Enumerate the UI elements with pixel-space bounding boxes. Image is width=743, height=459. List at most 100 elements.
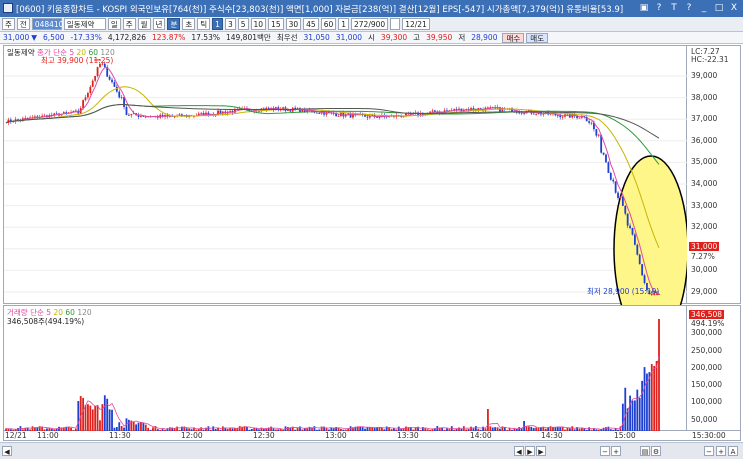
change-percent: -17.33% — [70, 33, 102, 42]
interval-30-button[interactable]: 30 — [285, 18, 302, 30]
interval-45-button[interactable]: 45 — [303, 18, 319, 30]
volume-bar — [641, 380, 644, 431]
zoom-out-icon[interactable]: − — [600, 446, 610, 456]
hc-label: HC:-22.31 — [691, 55, 729, 64]
candle-body — [87, 92, 89, 98]
zoom-minus-icon[interactable]: − — [704, 446, 714, 456]
y-tick: 39,000 — [691, 71, 718, 80]
link-icon[interactable]: ▣ — [638, 1, 650, 15]
maximize-button[interactable]: □ — [713, 1, 725, 15]
volume-chart-panel[interactable]: 거래량 단순 5 20 60 120 346,508주(494.19%) — [3, 305, 687, 431]
candle-body — [173, 116, 176, 118]
settings-icon[interactable]: ⚙ — [651, 446, 661, 456]
chart-type-icon[interactable]: ▤ — [640, 446, 650, 456]
scroll-right-end-icon[interactable]: ▶ — [536, 446, 546, 456]
interval-5-button[interactable]: 5 — [237, 18, 249, 30]
interval-1-button[interactable]: 1 — [212, 18, 223, 30]
volume-bar — [643, 367, 646, 431]
candle-body — [229, 110, 231, 112]
window-controls: ▣ ? T ? _ □ X — [638, 1, 740, 15]
vol-y-tick: 50,000 — [691, 415, 718, 424]
date-checkbox[interactable] — [390, 18, 401, 30]
interval-10-button[interactable]: 10 — [250, 18, 267, 30]
period-monthly-button[interactable]: 월 — [137, 18, 151, 30]
period-weekly-button[interactable]: 주 — [122, 18, 136, 30]
volume-value: 4,172,826 — [107, 33, 146, 42]
scroll-right-icon[interactable]: ▶ — [525, 446, 535, 456]
buy-button[interactable]: 매수 — [502, 32, 525, 43]
volume-bar — [118, 422, 121, 431]
x-tick: 14:00 — [470, 431, 492, 440]
volume-chart[interactable] — [4, 306, 688, 432]
current-price-tag: 31,000 — [689, 242, 720, 251]
interval-3-button[interactable]: 3 — [224, 18, 236, 30]
scroll-left-icon[interactable]: ◀ — [514, 446, 524, 456]
vol-y-tick: 200,000 — [691, 363, 723, 372]
volume-bar — [108, 409, 111, 431]
x-tick: 14:30 — [541, 431, 563, 440]
candle-body — [559, 115, 562, 118]
volume-bar — [140, 422, 142, 431]
market-type-dropdown[interactable]: 주 — [2, 18, 15, 30]
period-yearly-button[interactable]: 년 — [152, 18, 166, 30]
candle-body — [638, 254, 641, 265]
period-second-button[interactable]: 초 — [182, 18, 196, 30]
stock-legend-name: 일동제약 — [7, 48, 35, 57]
custom-interval-dropdown[interactable]: 1 — [338, 18, 350, 30]
text-icon[interactable]: T — [668, 1, 680, 15]
minimize-button[interactable]: _ — [698, 1, 710, 15]
volume-bar — [82, 397, 85, 431]
font-size-icon[interactable]: A — [728, 446, 738, 456]
candle-body — [108, 76, 111, 80]
y-tick: 30,000 — [691, 265, 718, 274]
period-minute-button[interactable]: 분 — [167, 18, 181, 30]
zoom-plus-icon[interactable]: + — [716, 446, 726, 456]
candle-body — [337, 116, 340, 117]
stock-code-input[interactable]: 048410 — [31, 18, 63, 30]
candle-body — [605, 154, 607, 163]
period-daily-button[interactable]: 일 — [107, 18, 121, 30]
low-marker-label: 최저 28,900 (15:19) — [587, 287, 660, 296]
price-chart[interactable] — [4, 46, 688, 305]
scroll-left-end-icon[interactable]: ◀ — [2, 446, 12, 456]
y-tick: 37,000 — [691, 114, 718, 123]
candle-body — [111, 79, 113, 83]
info-icon[interactable]: ? — [683, 1, 695, 15]
vol-y-tick: 100,000 — [691, 397, 723, 406]
candle-body — [561, 116, 564, 118]
market-filter-dropdown[interactable]: 전 — [16, 18, 30, 30]
volume-bar — [487, 409, 489, 431]
sell-button[interactable]: 매도 — [526, 32, 549, 43]
candle-body — [96, 67, 99, 77]
help-icon[interactable]: ? — [653, 1, 665, 15]
volume-bar — [629, 395, 631, 431]
volume-bar — [99, 420, 101, 431]
x-tick: 13:30 — [397, 431, 419, 440]
candle-body — [140, 116, 142, 117]
candle-body — [446, 110, 448, 112]
trade-amount: 149,801백만 — [225, 33, 271, 42]
y-tick: 38,000 — [691, 93, 718, 102]
candle-body — [378, 117, 381, 118]
candle-body — [532, 113, 535, 115]
price-chart-panel[interactable]: 일동제약 종가 단순 5 20 60 120 최고 39,900 (11:25)… — [3, 45, 688, 305]
high-marker-label: 최고 39,900 (11:25) — [41, 56, 114, 65]
interval-60-button[interactable]: 60 — [320, 18, 337, 30]
y-tick: 29,000 — [691, 287, 718, 296]
volume-bar — [135, 424, 138, 431]
close-button[interactable]: X — [728, 1, 740, 15]
candle-body — [612, 179, 615, 182]
open-price: 39,300 — [380, 33, 408, 42]
candle-body — [636, 244, 639, 255]
x-tick: 11:00 — [37, 431, 59, 440]
data-count-field[interactable]: 272/900 — [351, 18, 389, 30]
volume-bar — [77, 401, 80, 431]
volume-bar — [96, 405, 99, 431]
period-tick-button[interactable]: 틱 — [197, 18, 211, 30]
interval-15-button[interactable]: 15 — [268, 18, 284, 30]
zoom-in-icon[interactable]: + — [611, 446, 621, 456]
window-title: [0600] 키움종합차트 - KOSPI 외국인보유[764(천)] 주식수[… — [16, 4, 624, 15]
candle-body — [130, 114, 133, 116]
stock-name-field[interactable]: 일동제약 — [63, 18, 106, 30]
date-field[interactable]: 12/21 — [402, 18, 430, 30]
